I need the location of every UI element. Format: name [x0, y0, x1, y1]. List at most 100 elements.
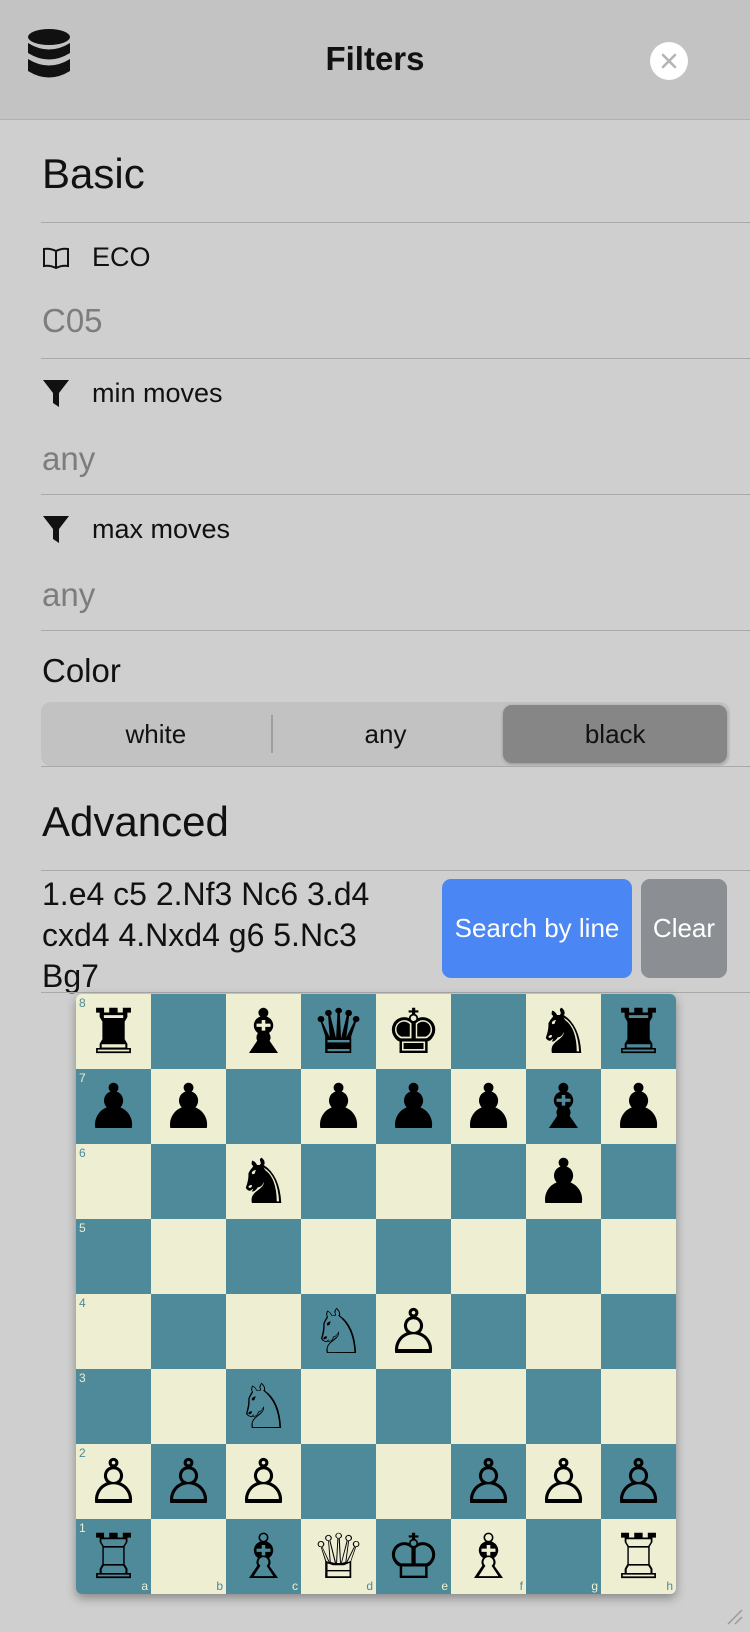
square-g3[interactable]: [526, 1369, 601, 1444]
square-d1[interactable]: d ♕: [301, 1519, 376, 1594]
square-e2[interactable]: [376, 1444, 451, 1519]
color-option-white[interactable]: white: [44, 705, 268, 763]
square-h5[interactable]: [601, 1219, 676, 1294]
white-queen-icon[interactable]: ♕: [311, 1525, 367, 1588]
square-c8[interactable]: ♝: [226, 994, 301, 1069]
white-pawn-icon[interactable]: ♙: [611, 1450, 667, 1513]
resize-grip-icon[interactable]: [722, 1604, 744, 1626]
black-rook-icon[interactable]: ♜: [86, 1000, 142, 1063]
square-a5[interactable]: 5: [76, 1219, 151, 1294]
square-b3[interactable]: [151, 1369, 226, 1444]
square-h8[interactable]: ♜: [601, 994, 676, 1069]
square-c2[interactable]: ♙: [226, 1444, 301, 1519]
white-bishop-icon[interactable]: ♗: [236, 1525, 292, 1588]
black-pawn-icon[interactable]: ♟: [86, 1075, 142, 1138]
color-option-any[interactable]: any: [274, 705, 498, 763]
square-b5[interactable]: [151, 1219, 226, 1294]
clear-button[interactable]: Clear: [641, 879, 727, 978]
white-rook-icon[interactable]: ♖: [611, 1525, 667, 1588]
square-g8[interactable]: ♞: [526, 994, 601, 1069]
white-pawn-icon[interactable]: ♙: [161, 1450, 217, 1513]
black-pawn-icon[interactable]: ♟: [161, 1075, 217, 1138]
square-a3[interactable]: 3: [76, 1369, 151, 1444]
white-pawn-icon[interactable]: ♙: [536, 1450, 592, 1513]
square-f6[interactable]: [451, 1144, 526, 1219]
square-f4[interactable]: [451, 1294, 526, 1369]
square-e3[interactable]: [376, 1369, 451, 1444]
square-f5[interactable]: [451, 1219, 526, 1294]
black-pawn-icon[interactable]: ♟: [611, 1075, 667, 1138]
square-f8[interactable]: [451, 994, 526, 1069]
square-d3[interactable]: [301, 1369, 376, 1444]
square-e7[interactable]: ♟: [376, 1069, 451, 1144]
square-b2[interactable]: ♙: [151, 1444, 226, 1519]
square-h1[interactable]: h ♖: [601, 1519, 676, 1594]
white-pawn-icon[interactable]: ♙: [236, 1450, 292, 1513]
square-b1[interactable]: b: [151, 1519, 226, 1594]
square-b4[interactable]: [151, 1294, 226, 1369]
square-f1[interactable]: f ♗: [451, 1519, 526, 1594]
black-pawn-icon[interactable]: ♟: [311, 1075, 367, 1138]
square-g5[interactable]: [526, 1219, 601, 1294]
square-g1[interactable]: g: [526, 1519, 601, 1594]
white-pawn-icon[interactable]: ♙: [461, 1450, 517, 1513]
white-bishop-icon[interactable]: ♗: [461, 1525, 517, 1588]
eco-field[interactable]: C05: [42, 302, 103, 340]
square-c4[interactable]: [226, 1294, 301, 1369]
square-c7[interactable]: [226, 1069, 301, 1144]
square-d6[interactable]: [301, 1144, 376, 1219]
black-pawn-icon[interactable]: ♟: [386, 1075, 442, 1138]
square-f7[interactable]: ♟: [451, 1069, 526, 1144]
square-h3[interactable]: [601, 1369, 676, 1444]
white-pawn-icon[interactable]: ♙: [86, 1450, 142, 1513]
white-knight-icon[interactable]: ♘: [311, 1300, 367, 1363]
black-queen-icon[interactable]: ♛: [311, 1000, 367, 1063]
square-e1[interactable]: e ♔: [376, 1519, 451, 1594]
square-d5[interactable]: [301, 1219, 376, 1294]
white-knight-icon[interactable]: ♘: [236, 1375, 292, 1438]
black-rook-icon[interactable]: ♜: [611, 1000, 667, 1063]
black-pawn-icon[interactable]: ♟: [461, 1075, 517, 1138]
square-c6[interactable]: ♞: [226, 1144, 301, 1219]
close-button[interactable]: [650, 42, 688, 80]
min-moves-field[interactable]: any: [42, 440, 95, 478]
square-g7[interactable]: ♝: [526, 1069, 601, 1144]
search-by-line-button[interactable]: Search by line: [442, 879, 632, 978]
square-d2[interactable]: [301, 1444, 376, 1519]
square-d8[interactable]: ♛: [301, 994, 376, 1069]
white-rook-icon[interactable]: ♖: [86, 1525, 142, 1588]
square-a8[interactable]: 8 ♜: [76, 994, 151, 1069]
color-option-black[interactable]: black: [503, 705, 728, 763]
square-d7[interactable]: ♟: [301, 1069, 376, 1144]
square-h7[interactable]: ♟: [601, 1069, 676, 1144]
square-e4[interactable]: ♙: [376, 1294, 451, 1369]
square-d4[interactable]: ♘: [301, 1294, 376, 1369]
square-a6[interactable]: 6: [76, 1144, 151, 1219]
square-a1[interactable]: 1 a ♖: [76, 1519, 151, 1594]
square-b7[interactable]: ♟: [151, 1069, 226, 1144]
square-b6[interactable]: [151, 1144, 226, 1219]
square-e5[interactable]: [376, 1219, 451, 1294]
white-pawn-icon[interactable]: ♙: [386, 1300, 442, 1363]
black-pawn-icon[interactable]: ♟: [536, 1150, 592, 1213]
square-g4[interactable]: [526, 1294, 601, 1369]
black-knight-icon[interactable]: ♞: [236, 1150, 292, 1213]
square-g2[interactable]: ♙: [526, 1444, 601, 1519]
black-king-icon[interactable]: ♚: [386, 1000, 442, 1063]
square-c3[interactable]: ♘: [226, 1369, 301, 1444]
square-h6[interactable]: [601, 1144, 676, 1219]
black-bishop-icon[interactable]: ♝: [536, 1075, 592, 1138]
black-knight-icon[interactable]: ♞: [536, 1000, 592, 1063]
square-c5[interactable]: [226, 1219, 301, 1294]
square-c1[interactable]: c ♗: [226, 1519, 301, 1594]
square-e8[interactable]: ♚: [376, 994, 451, 1069]
square-b8[interactable]: [151, 994, 226, 1069]
max-moves-field[interactable]: any: [42, 576, 95, 614]
square-f2[interactable]: ♙: [451, 1444, 526, 1519]
square-a2[interactable]: 2 ♙: [76, 1444, 151, 1519]
square-a7[interactable]: 7 ♟: [76, 1069, 151, 1144]
square-f3[interactable]: [451, 1369, 526, 1444]
square-a4[interactable]: 4: [76, 1294, 151, 1369]
square-e6[interactable]: [376, 1144, 451, 1219]
square-h2[interactable]: ♙: [601, 1444, 676, 1519]
